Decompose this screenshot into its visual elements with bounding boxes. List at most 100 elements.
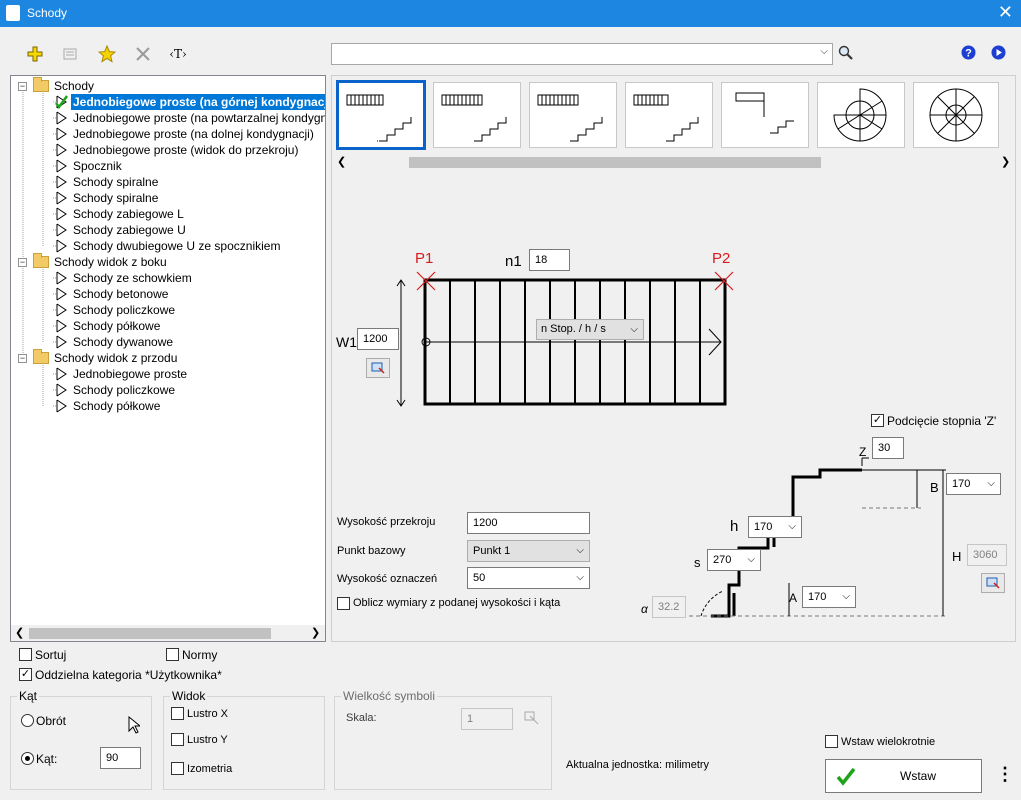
mirror-x-checkbox[interactable]: [171, 707, 184, 720]
tree-item[interactable]: Schody spiralne: [11, 190, 325, 206]
scrollbar-thumb[interactable]: [409, 157, 821, 168]
scroll-right-icon[interactable]: ❯: [1001, 155, 1010, 168]
category-tree[interactable]: − Schody Jednobiegowe proste (na górnej ko…: [10, 75, 326, 642]
help-icon[interactable]: ?: [961, 45, 976, 63]
tree-group[interactable]: − Schody: [11, 77, 325, 94]
thumbnail-stair-repeat[interactable]: [433, 82, 521, 148]
tree-item-label: Schody betonowe: [73, 287, 169, 301]
stair-symbol-icon: [53, 399, 67, 413]
thumbnail-stair-top[interactable]: [336, 80, 426, 150]
collapse-icon[interactable]: −: [18, 82, 27, 91]
tree-item[interactable]: Jednobiegowe proste (na dolnej kondygnac…: [11, 126, 325, 142]
tree-item[interactable]: Jednobiegowe proste (widok do przekroju): [11, 142, 325, 158]
tree-item[interactable]: Schody ze schowkiem: [11, 270, 325, 286]
scale-label: Skala:: [346, 712, 377, 724]
view-group-title: Widok: [170, 689, 208, 703]
scale-input[interactable]: 1: [461, 708, 513, 730]
alpha-label: α: [641, 602, 648, 616]
collapse-icon[interactable]: −: [18, 354, 27, 363]
thumbnail-landing[interactable]: [721, 82, 809, 148]
collapse-icon[interactable]: −: [18, 258, 27, 267]
favorite-star-icon[interactable]: [95, 42, 119, 66]
tree-group[interactable]: − Schody widok z boku: [11, 253, 325, 270]
scroll-right-icon[interactable]: ❯: [311, 626, 320, 639]
tree-item[interactable]: Schody dwubiegowe U ze spocznikiem: [11, 238, 325, 254]
add-icon[interactable]: [23, 42, 47, 66]
tree-item[interactable]: Schody spiralne: [11, 174, 325, 190]
sort-checkbox[interactable]: [19, 648, 32, 661]
selected-check-icon: [53, 95, 69, 109]
angle-label: Kąt:: [36, 752, 58, 766]
tree-item[interactable]: Schody półkowe: [11, 318, 325, 334]
p1-label: P1: [415, 250, 434, 267]
tree-h-scrollbar[interactable]: ❮ ❯: [11, 625, 325, 641]
chevron-down-icon: ⌵: [987, 478, 995, 489]
user-category-label: Oddzielna kategoria *Użytkownika*: [35, 668, 222, 682]
search-icon[interactable]: [838, 45, 854, 64]
thumbnail-scrollbar[interactable]: ❮ ❯: [333, 154, 1015, 171]
tree-item-label: Jednobiegowe proste (widok do przekroju): [73, 143, 299, 157]
tree-item[interactable]: Schody półkowe: [11, 398, 325, 414]
insert-button-label: Wstaw: [900, 769, 936, 783]
H-label: H: [952, 549, 962, 564]
delete-icon[interactable]: [131, 42, 155, 66]
thumbnail-spiral-2[interactable]: [913, 82, 999, 148]
mark-height-select[interactable]: 50 ⌵: [467, 567, 590, 589]
close-icon[interactable]: ✕: [998, 2, 1013, 23]
tree-item[interactable]: Jednobiegowe proste: [11, 366, 325, 382]
section-height-input[interactable]: 1200: [467, 512, 590, 534]
tree-item[interactable]: Schody policzkowe: [11, 302, 325, 318]
calc-dimensions-checkbox[interactable]: [337, 597, 350, 610]
tree-item[interactable]: Schody policzkowe: [11, 382, 325, 398]
tree-item[interactable]: Schody betonowe: [11, 286, 325, 302]
w1-input[interactable]: 1200: [357, 328, 399, 350]
angle-radio[interactable]: [21, 752, 34, 765]
scroll-left-icon[interactable]: ❮: [337, 155, 346, 168]
n1-input[interactable]: 18: [529, 249, 570, 271]
alpha-input[interactable]: 32.2: [652, 596, 686, 618]
thumbnail-stair-section[interactable]: [625, 82, 713, 148]
thumbnail-stair-bottom[interactable]: [529, 82, 617, 148]
cut-step-checkbox[interactable]: ✓: [871, 414, 884, 427]
scroll-left-icon[interactable]: ❮: [15, 626, 24, 639]
z-input[interactable]: 30: [872, 437, 904, 459]
tree-item-label: Jednobiegowe proste: [73, 367, 188, 381]
A-select[interactable]: 170 ⌵: [802, 586, 856, 608]
base-point-select[interactable]: Punkt 1 ⌵: [467, 540, 590, 562]
scrollbar-thumb[interactable]: [29, 628, 271, 639]
rotation-radio[interactable]: [21, 714, 34, 727]
stair-mode-select[interactable]: n Stop. / h / s ⌵: [536, 319, 644, 340]
s-select[interactable]: 270 ⌵: [707, 549, 761, 571]
stair-plan-drawing: [396, 271, 946, 618]
search-combo[interactable]: ⌵: [331, 43, 833, 65]
insert-button[interactable]: Wstaw: [825, 759, 982, 793]
user-category-checkbox[interactable]: ✓: [19, 668, 32, 681]
properties-icon[interactable]: [58, 42, 82, 66]
tree-item[interactable]: Spocznik: [11, 158, 325, 174]
s-label: s: [694, 555, 701, 570]
next-icon[interactable]: [991, 45, 1006, 63]
thumbnail-spiral[interactable]: [817, 82, 905, 148]
text-tag-icon[interactable]: ‹T›: [166, 42, 190, 66]
insert-multiple-checkbox[interactable]: [825, 735, 838, 748]
tree-group-label: Schody widok z przodu: [54, 351, 178, 365]
tree-item-label: Spocznik: [73, 159, 122, 173]
pick-height-icon[interactable]: [981, 573, 1005, 593]
norms-checkbox[interactable]: [166, 648, 179, 661]
tree-item[interactable]: Jednobiegowe proste (na powtarzalnej kon…: [11, 110, 325, 126]
tree-item[interactable]: Schody zabiegowe L: [11, 206, 325, 222]
tree-group[interactable]: − Schody widok z przodu: [11, 349, 325, 366]
more-options-icon[interactable]: ⋮: [996, 764, 1014, 785]
pick-scale-icon[interactable]: [524, 710, 540, 729]
symbol-size-group: Wielkość symboli: [334, 689, 552, 790]
h-select[interactable]: 170 ⌵: [748, 516, 802, 538]
angle-input[interactable]: 90: [100, 747, 141, 769]
b-select[interactable]: 170 ⌵: [946, 473, 1001, 495]
tree-item[interactable]: Schody zabiegowe U: [11, 222, 325, 238]
mirror-y-checkbox[interactable]: [171, 733, 184, 746]
tree-item[interactable]: Jednobiegowe proste (na górnej kondygnac…: [11, 94, 325, 110]
H-input[interactable]: 3060: [967, 544, 1007, 566]
isometry-checkbox[interactable]: [171, 762, 184, 775]
tree-item[interactable]: Schody dywanowe: [11, 334, 325, 350]
pick-from-drawing-icon[interactable]: [366, 358, 390, 378]
